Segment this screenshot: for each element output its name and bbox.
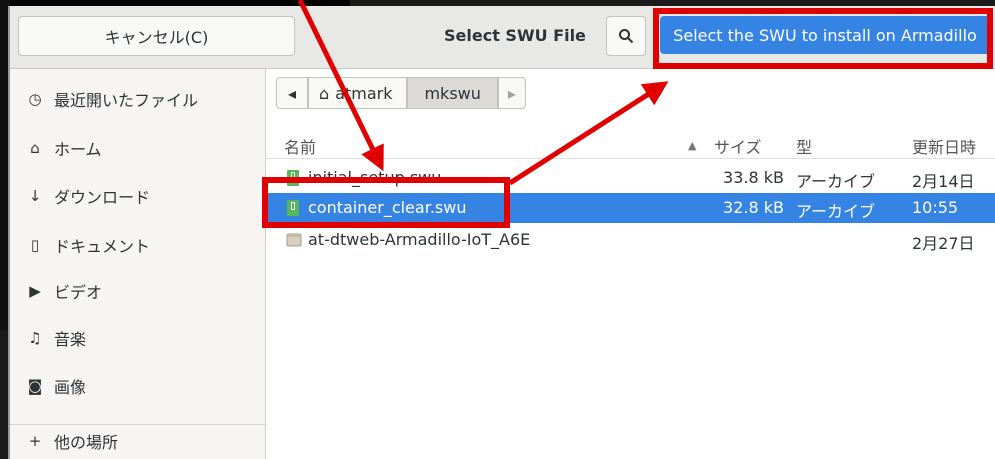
arrow-up-right-icon [508, 81, 669, 186]
annotation-arrows [297, 0, 669, 186]
arrow-down-icon [297, 0, 384, 172]
